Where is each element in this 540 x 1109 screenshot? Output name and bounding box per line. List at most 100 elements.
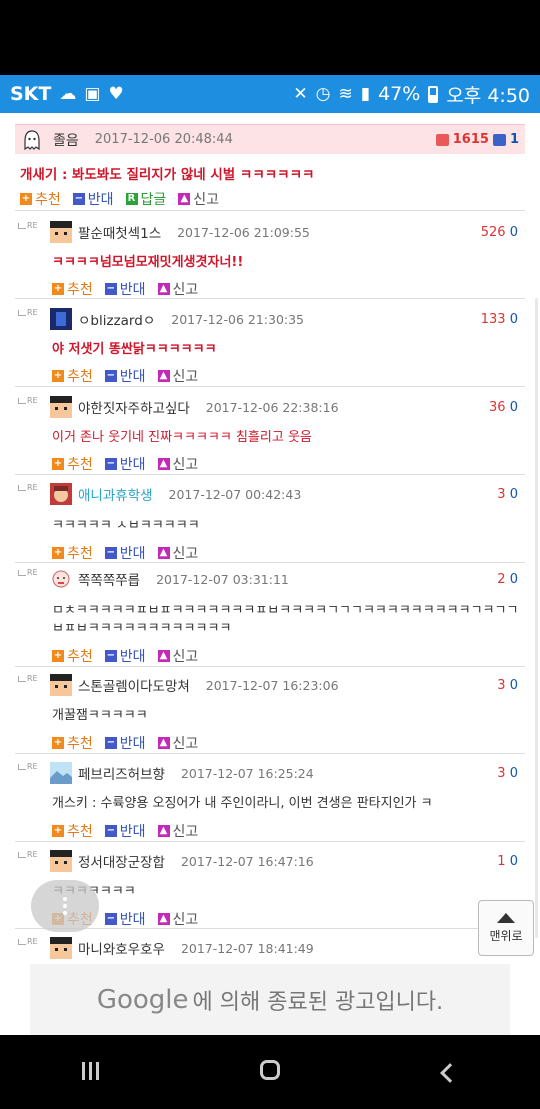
- back-button[interactable]: [420, 1058, 480, 1086]
- comment-actions: +추천 −반대 ▲신고: [52, 279, 198, 299]
- comment-date: 2017-12-07 16:23:06: [205, 677, 339, 693]
- comment-author[interactable]: 페브리즈허브향: [78, 763, 165, 783]
- report-button[interactable]: ▲ 신고: [157, 733, 198, 753]
- oppose-button[interactable]: − 반대: [104, 543, 146, 563]
- floating-menu-button[interactable]: [31, 880, 99, 932]
- recommend-button[interactable]: +추천: [52, 279, 93, 299]
- comment-text: ㅁㅊㅋㅋㅋㅋㅋㅍㅂㅍㅋㅋㅋㅋㅋㅋㅋㅍㅂㅋㅋㅋㅋㄱㄱㄱㅋㅋㅋㅋㅋㅋㅋㅋㅋㄱㅋㄱㄱㅂ…: [52, 603, 519, 636]
- oppose-button[interactable]: − 반대: [104, 909, 146, 929]
- comment-author[interactable]: ㅇblizzardㅇ: [78, 309, 155, 329]
- divider: [15, 210, 525, 211]
- comment-actions: +추천 −반대 ▲신고: [52, 543, 198, 563]
- report-button[interactable]: ▲ 신고: [157, 454, 198, 474]
- recommend-button[interactable]: +추천: [52, 366, 93, 386]
- comment-author[interactable]: 애니과휴학생: [78, 484, 153, 504]
- signal-icon: ▮: [360, 83, 371, 104]
- post-vote-count: 1615 1: [435, 132, 519, 147]
- back-icon: [440, 1063, 460, 1083]
- oppose-button[interactable]: − 반대: [104, 279, 146, 299]
- post-text: 개새기 : 봐도봐도 질리지가 않네 시벌 ㅋㅋㅋㅋㅋㅋ: [20, 167, 315, 183]
- post-author[interactable]: 졸음: [53, 130, 79, 150]
- ad-closed-text: 에 의해 종료된 광고입니다.: [192, 990, 444, 1015]
- oppose-button[interactable]: − 반대: [104, 821, 146, 841]
- comment-author[interactable]: 스톤골렘이다도망쳐: [78, 675, 190, 695]
- oppose-button[interactable]: − 반대: [104, 366, 146, 386]
- up-arrow-icon: [497, 912, 515, 923]
- comment-author[interactable]: 야한짓자주하고싶다: [78, 397, 190, 417]
- clock: 오후 4:50: [446, 84, 530, 107]
- comment-date: 2017-12-06 21:09:55: [177, 224, 310, 240]
- recommend-button[interactable]: +추천: [52, 733, 93, 753]
- recommend-button[interactable]: +추천: [52, 646, 93, 666]
- wifi-icon: ≋: [338, 83, 353, 104]
- pixel-avatar-icon: [50, 396, 72, 418]
- comment-actions: +추천 −반대 ▲신고: [52, 821, 198, 841]
- report-button[interactable]: ▲ 신고: [157, 646, 198, 666]
- comment-header: 페브리즈허브향 2017-12-07 16:25:24 3 0: [50, 762, 518, 784]
- battery-percent: 47%: [378, 83, 421, 105]
- oppose-button[interactable]: − 반대: [104, 454, 146, 474]
- recommend-button[interactable]: +추천: [52, 454, 93, 474]
- plus-icon: +: [52, 547, 64, 559]
- comment-author[interactable]: 쪽쪽쪽쭈릅: [78, 569, 140, 589]
- pixel-avatar-icon: [50, 674, 72, 696]
- divider: [15, 474, 525, 475]
- divider: [15, 928, 525, 929]
- recommend-button[interactable]: +추천: [52, 543, 93, 563]
- reply-marker: RE: [18, 221, 38, 230]
- comment-header: 마니와호우호우 2017-12-07 18:41:49 0 0: [50, 937, 518, 959]
- comment-score: 3 0: [497, 677, 518, 693]
- reply-marker: RE: [18, 568, 38, 577]
- divider: [15, 298, 525, 299]
- comment-date: 2017-12-07 03:31:11: [156, 571, 289, 587]
- report-button[interactable]: ▲ 신고: [178, 189, 219, 209]
- home-icon: [260, 1060, 280, 1080]
- home-button[interactable]: [240, 1058, 300, 1086]
- comment-actions: +추천 −반대 ▲신고: [52, 646, 198, 666]
- report-button[interactable]: ▲ 신고: [157, 366, 198, 386]
- reply-button[interactable]: R 답글: [125, 189, 166, 209]
- more-dots-icon: [63, 897, 67, 915]
- report-button[interactable]: ▲ 신고: [157, 543, 198, 563]
- recent-apps-button[interactable]: [60, 1058, 120, 1086]
- android-nav-bar: [0, 1035, 540, 1109]
- minus-icon: −: [104, 825, 117, 837]
- scroll-to-top-label: 맨위로: [489, 928, 523, 943]
- recommend-button[interactable]: +추천: [52, 821, 93, 841]
- comment-author[interactable]: 팔순때첫섹1스: [78, 222, 161, 242]
- comment-header: 쪽쪽쪽쭈릅 2017-12-07 03:31:11 2 0: [50, 568, 518, 590]
- original-comment-header: 졸음 2017-12-06 20:48:44 1615 1: [15, 124, 525, 154]
- scrollbar[interactable]: [535, 298, 538, 938]
- siren-icon: ▲: [178, 193, 191, 205]
- comment-header: 정서대장군장합 2017-12-07 16:47:16 1 0: [50, 850, 518, 872]
- oppose-button[interactable]: − 반대: [104, 646, 146, 666]
- siren-icon: ▲: [157, 650, 170, 662]
- blue-avatar-icon: [50, 308, 72, 330]
- comment-author[interactable]: 마니와호우호우: [78, 938, 165, 958]
- plus-icon: +: [52, 650, 64, 662]
- thumbs-down-icon: [492, 133, 506, 146]
- siren-icon: ▲: [157, 370, 170, 382]
- oppose-button[interactable]: − 반대: [104, 733, 146, 753]
- minus-icon: −: [72, 193, 85, 205]
- ad-closed-notice: Google 에 의해 종료된 광고입니다.: [30, 964, 510, 1035]
- comment-text: 개스키 : 수륙양용 오징어가 내 주인이라니, 이번 견생은 판타지인가 ㅋ: [52, 796, 433, 811]
- comment-score: 133 0: [480, 311, 518, 327]
- report-button[interactable]: ▲ 신고: [157, 279, 198, 299]
- report-button[interactable]: ▲ 신고: [157, 821, 198, 841]
- report-button[interactable]: ▲ 신고: [157, 909, 198, 929]
- anime-avatar-icon: [50, 483, 72, 505]
- reply-icon: R: [125, 193, 138, 205]
- plus-icon: +: [52, 737, 64, 749]
- oppose-button[interactable]: − 반대: [72, 189, 114, 209]
- status-bar: SKT ☁ ▣ ♥ ✕ ◷ ≋ ▮ 47% 오후 4:50: [0, 75, 540, 113]
- comment-author[interactable]: 정서대장군장합: [78, 851, 165, 871]
- comment-text: ㅋㅋㅋㅋ넘모넘모재밋게생겻자너!!: [52, 255, 244, 270]
- reply-marker: RE: [18, 674, 38, 683]
- comment-date: 2017-12-06 22:38:16: [205, 399, 339, 415]
- scroll-to-top-button[interactable]: 맨위로: [478, 900, 534, 956]
- minus-icon: −: [104, 650, 117, 662]
- comment-date: 2017-12-07 16:47:16: [180, 853, 314, 869]
- recommend-button[interactable]: +추천: [20, 189, 61, 209]
- comment-date: 2017-12-07 16:25:24: [180, 765, 314, 781]
